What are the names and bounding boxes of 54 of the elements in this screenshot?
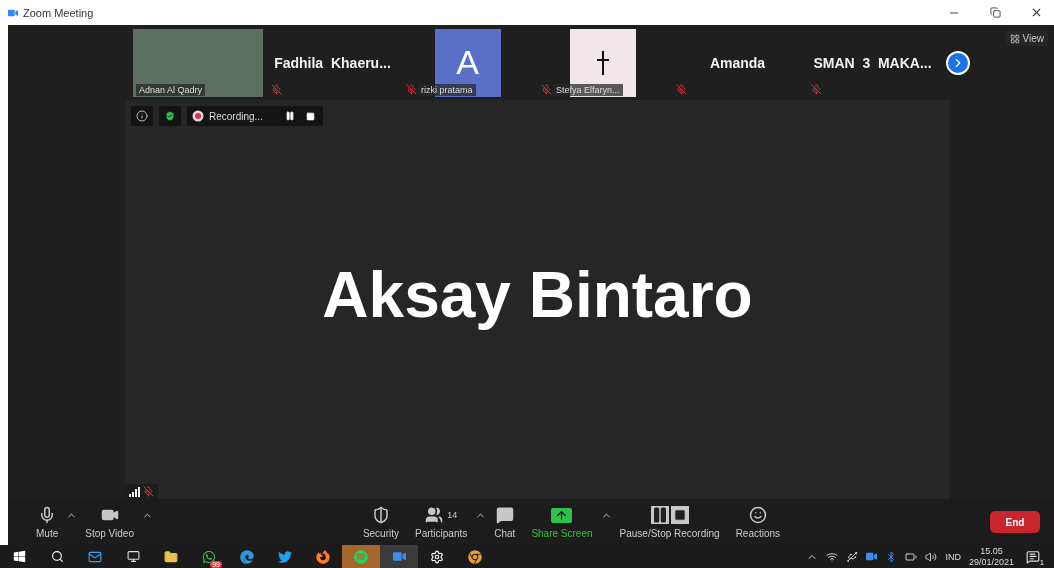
window-title: Zoom Meeting	[23, 6, 95, 19]
participants-control[interactable]: 14 Participants	[407, 505, 476, 539]
folder-icon	[164, 549, 178, 564]
video-camera-icon	[866, 551, 878, 562]
chat-control[interactable]: Chat	[486, 505, 524, 539]
participant-name: Amanda	[709, 54, 766, 71]
stop-icon	[305, 111, 315, 121]
participant-count: 14	[447, 510, 458, 520]
restore-icon	[989, 7, 1001, 18]
speaker-name: Aksay Bintaro	[322, 257, 753, 333]
app-icon	[126, 550, 140, 563]
pause-icon	[284, 111, 295, 121]
chat-bubble-icon	[495, 506, 514, 524]
signal-icon	[129, 487, 141, 497]
wifi-icon	[826, 550, 839, 563]
settings-icon	[430, 549, 444, 564]
record-control[interactable]: Pause/Stop Recording	[611, 505, 728, 539]
browser-icon	[240, 549, 254, 564]
browser-icon	[468, 549, 482, 564]
security-control[interactable]: Security	[354, 505, 407, 539]
battery-icon	[905, 550, 918, 563]
reactions-control[interactable]: Reactions	[727, 505, 789, 539]
clock[interactable]: 15.05 29/01/2021	[968, 544, 1014, 568]
share-control[interactable]: Share Screen	[523, 505, 601, 539]
view-button[interactable]: View	[1005, 31, 1048, 46]
video-control[interactable]: Stop Video	[77, 505, 142, 539]
mic-control[interactable]: Mute	[28, 505, 67, 539]
speaker-icon	[925, 550, 938, 563]
usb-icon	[846, 550, 859, 563]
participant-name: SMAN 3 MAKA...	[813, 54, 932, 71]
search-icon	[50, 550, 64, 563]
shield-check-icon	[164, 110, 176, 122]
people-icon	[425, 506, 444, 524]
grid-icon	[1009, 33, 1020, 44]
video-camera-icon	[392, 550, 406, 563]
next-page-button[interactable]	[946, 50, 970, 75]
bird-icon	[278, 549, 292, 564]
language-indicator[interactable]: IND	[945, 551, 961, 562]
notification-icon	[1026, 549, 1040, 564]
pause-stop-icon	[650, 506, 689, 524]
record-icon	[192, 110, 204, 122]
shield-icon	[371, 506, 390, 524]
zoom-icon	[8, 7, 18, 18]
participant-name: Fadhila Khaeru...	[274, 54, 391, 71]
info-icon	[136, 110, 148, 122]
browser-icon	[316, 549, 330, 564]
recording-status: Recording...	[209, 110, 263, 122]
music-app-icon	[354, 549, 368, 564]
chat-app-icon	[202, 549, 216, 564]
share-screen-icon	[551, 507, 573, 523]
smiley-icon	[748, 506, 767, 524]
end-button[interactable]: End	[990, 511, 1040, 533]
windows-icon	[12, 550, 26, 563]
mail-icon	[88, 549, 102, 564]
